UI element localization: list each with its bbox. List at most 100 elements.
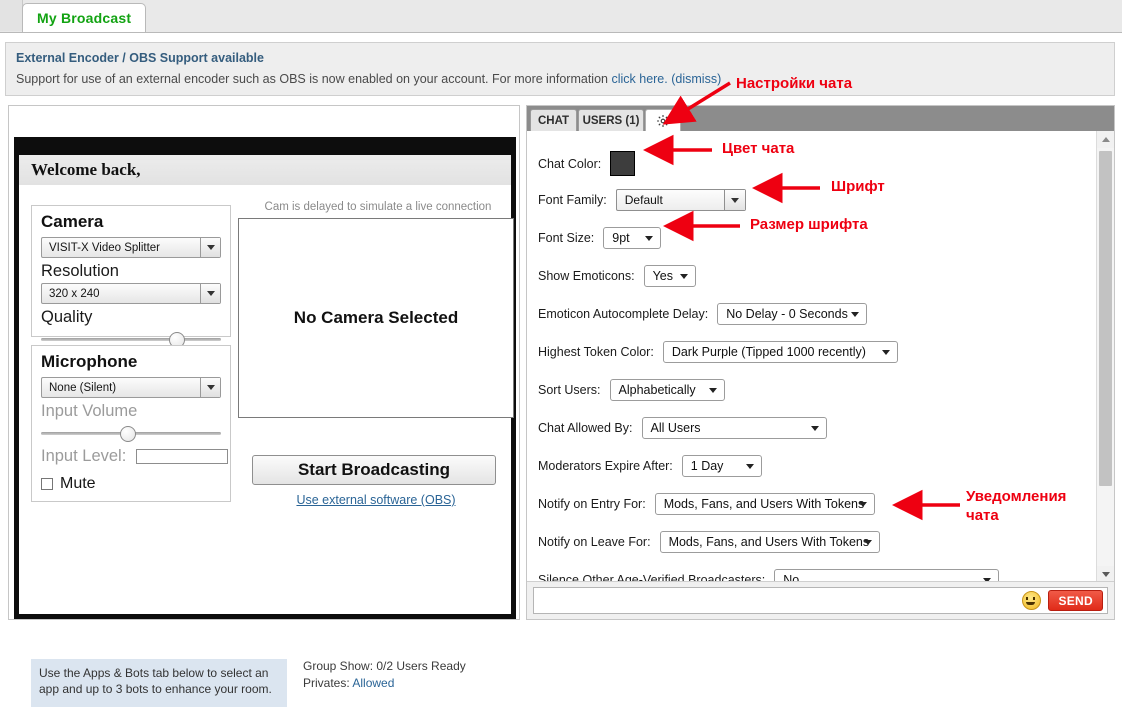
chat-tab-bar: CHAT USERS (1) — [527, 106, 1114, 131]
privates-label: Privates: — [303, 676, 352, 690]
setting-select[interactable]: 9pt — [603, 227, 661, 249]
broadcast-controls-area: Camera VISIT-X Video Splitter Resolution… — [19, 185, 511, 614]
tab-my-broadcast-label: My Broadcast — [37, 10, 131, 26]
camera-device-select[interactable]: VISIT-X Video Splitter — [41, 237, 221, 258]
annotation-chat-color: Цвет чата — [722, 139, 794, 158]
tab-users-label: USERS (1) — [583, 115, 640, 127]
room-status: Group Show: 0/2 Users Ready Privates: Al… — [303, 658, 466, 692]
setting-select[interactable]: Default — [616, 189, 746, 211]
setting-row: Font Family: Default — [538, 189, 746, 211]
setting-label: Font Family: — [538, 193, 607, 207]
setting-row: Chat Color: — [538, 151, 635, 176]
quality-slider[interactable] — [41, 332, 221, 346]
chevron-down-icon — [645, 236, 653, 241]
dismiss-link[interactable]: (dismiss) — [671, 72, 721, 86]
mute-row[interactable]: Mute — [41, 475, 230, 493]
camera-device-value: VISIT-X Video Splitter — [49, 242, 160, 254]
setting-value: All Users — [651, 421, 701, 435]
tab-chat-label: CHAT — [538, 115, 569, 127]
banner-body-text: Support for use of an external encoder s… — [16, 72, 611, 86]
welcome-text: Welcome back, — [31, 160, 141, 180]
setting-select[interactable]: No Delay - 0 Seconds — [717, 303, 867, 325]
input-volume-slider-knob[interactable] — [120, 426, 136, 442]
emoticon-icon[interactable] — [1022, 591, 1041, 610]
chat-panel: CHAT USERS (1) Chat Color: Font Family: De… — [526, 105, 1115, 620]
annotation-font: Шрифт — [831, 177, 885, 196]
chevron-down-icon — [746, 464, 754, 469]
setting-select[interactable]: Dark Purple (Tipped 1000 recently) — [663, 341, 898, 363]
setting-label: Emoticon Autocomplete Delay: — [538, 307, 708, 321]
setting-row: Moderators Expire After: 1 Day — [538, 455, 762, 477]
chat-message-input[interactable]: SEND — [533, 587, 1108, 614]
tab-chat[interactable]: CHAT — [530, 109, 577, 131]
setting-value: 9pt — [612, 231, 629, 245]
setting-value: Alphabetically — [619, 383, 696, 397]
start-broadcasting-button[interactable]: Start Broadcasting — [252, 455, 496, 485]
resolution-label: Resolution — [41, 262, 230, 281]
setting-select[interactable]: 1 Day — [682, 455, 762, 477]
camera-preview-placeholder: No Camera Selected — [294, 308, 458, 328]
chevron-down-icon — [200, 284, 220, 303]
cam-delay-note: Cam is delayed to simulate a live connec… — [247, 201, 509, 213]
setting-select[interactable]: Alphabetically — [610, 379, 725, 401]
panel-top-spacer — [9, 106, 519, 136]
gear-icon — [656, 114, 670, 128]
chevron-down-icon — [811, 426, 819, 431]
start-broadcasting-label: Start Broadcasting — [298, 460, 450, 480]
setting-label: Highest Token Color: — [538, 345, 654, 359]
setting-row: Highest Token Color: Dark Purple (Tipped … — [538, 341, 898, 363]
setting-value: Default — [625, 193, 663, 207]
setting-value: Mods, Fans, and Users With Tokens — [664, 497, 865, 511]
setting-value: No Delay - 0 Seconds — [726, 307, 848, 321]
apps-bots-tip-text: Use the Apps & Bots tab below to select … — [39, 665, 279, 697]
chevron-down-icon — [200, 378, 220, 397]
setting-value: 1 Day — [691, 459, 724, 473]
camera-preview: No Camera Selected — [238, 218, 514, 418]
send-button[interactable]: SEND — [1048, 590, 1103, 611]
input-level-row: Input Level: — [41, 447, 230, 466]
banner-body: Support for use of an external encoder s… — [16, 70, 1104, 88]
scroll-up-button[interactable] — [1097, 131, 1114, 148]
setting-select[interactable]: All Users — [642, 417, 827, 439]
annotation-chat-notifications: Уведомления чата — [966, 487, 1066, 525]
setting-row: Chat Allowed By:All Users — [538, 417, 827, 439]
mute-checkbox[interactable] — [41, 478, 53, 490]
setting-label: Sort Users: — [538, 383, 601, 397]
setting-label: Show Emoticons: — [538, 269, 635, 283]
setting-select[interactable]: Mods, Fans, and Users With Tokens — [655, 493, 875, 515]
setting-label: Moderators Expire After: — [538, 459, 673, 473]
chevron-down-icon — [200, 238, 220, 257]
chevron-down-icon — [709, 388, 717, 393]
chevron-down-icon — [680, 274, 688, 279]
setting-value: Mods, Fans, and Users With Tokens — [669, 535, 870, 549]
setting-label: Notify on Leave For: — [538, 535, 651, 549]
send-button-label: SEND — [1058, 594, 1093, 608]
annotation-chat-settings: Настройки чата — [736, 74, 852, 93]
click-here-link[interactable]: click here. — [611, 72, 667, 86]
quality-label: Quality — [41, 308, 230, 327]
apps-bots-tip: Use the Apps & Bots tab below to select … — [31, 659, 287, 707]
annotation-font-size: Размер шрифта — [750, 215, 868, 234]
microphone-device-select[interactable]: None (Silent) — [41, 377, 221, 398]
tab-chat-settings[interactable] — [645, 109, 681, 132]
setting-select[interactable]: Mods, Fans, and Users With Tokens — [660, 531, 880, 553]
chevron-down-icon — [859, 502, 867, 507]
setting-label: Font Size: — [538, 231, 594, 245]
chevron-down-icon — [724, 190, 745, 210]
welcome-header: Welcome back, — [19, 155, 511, 185]
scrollbar-thumb[interactable] — [1099, 151, 1112, 486]
chat-input-bar: SEND — [527, 581, 1114, 619]
chat-color-swatch[interactable] — [610, 151, 635, 176]
privates-value[interactable]: Allowed — [352, 676, 394, 690]
chevron-down-icon — [851, 312, 859, 317]
setting-select[interactable]: Yes — [644, 265, 696, 287]
chat-settings-scrollbar[interactable] — [1096, 131, 1114, 583]
resolution-select[interactable]: 320 x 240 — [41, 283, 221, 304]
setting-value: Yes — [653, 269, 673, 283]
tab-my-broadcast[interactable]: My Broadcast — [22, 3, 146, 32]
chevron-down-icon — [882, 350, 890, 355]
use-external-software-link[interactable]: Use external software (OBS) — [238, 493, 514, 507]
input-volume-slider[interactable] — [41, 426, 221, 440]
setting-value: Dark Purple (Tipped 1000 recently) — [672, 345, 866, 359]
tab-users[interactable]: USERS (1) — [578, 109, 644, 131]
